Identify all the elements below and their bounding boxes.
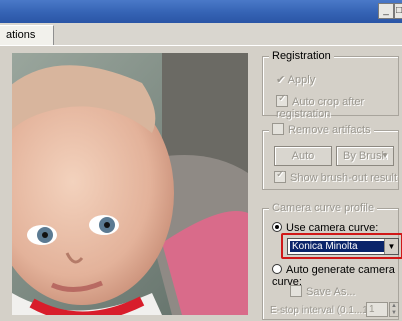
apply-button[interactable]: ✔ Apply <box>276 73 315 86</box>
image-preview[interactable] <box>12 53 248 315</box>
auto-button[interactable]: Auto <box>274 146 332 166</box>
checkbox-icon <box>274 169 286 184</box>
radio-selected-icon <box>272 222 282 233</box>
tab-strip: ations <box>0 23 402 45</box>
by-brush-button[interactable]: By Brush ▼ <box>336 146 394 166</box>
camera-curve-title: Camera curve profile <box>269 202 378 214</box>
auto-crop-checkbox[interactable]: Auto crop after registration <box>276 93 402 120</box>
estop-spinner[interactable]: ▲ ▼ <box>389 302 399 317</box>
show-brush-out-checkbox[interactable]: Show brush-out result <box>274 169 397 184</box>
minimize-button[interactable]: _ <box>378 3 394 19</box>
checkmark-icon: ✔ <box>276 74 286 86</box>
checkbox-icon <box>290 285 302 298</box>
restore-button[interactable]: □ <box>394 3 402 19</box>
save-as-checkbox[interactable]: Save As... <box>290 285 356 298</box>
remove-artifacts-title[interactable]: Remove artifacts <box>269 123 374 137</box>
estop-interval-label: E-stop interval (0.1...10): <box>270 305 380 316</box>
window-title-bar[interactable]: _ □ <box>0 0 402 23</box>
registration-title: Registration <box>269 50 334 62</box>
remove-artifacts-checkbox[interactable] <box>272 123 284 136</box>
chevron-down-icon: ▼ <box>381 151 389 160</box>
baby-photo <box>12 53 248 315</box>
estop-interval-input[interactable]: 1 <box>366 302 388 317</box>
radio-icon <box>272 264 282 275</box>
highlight-box <box>281 233 402 259</box>
checkbox-icon <box>276 93 288 108</box>
tab-operations[interactable]: ations <box>0 25 54 45</box>
